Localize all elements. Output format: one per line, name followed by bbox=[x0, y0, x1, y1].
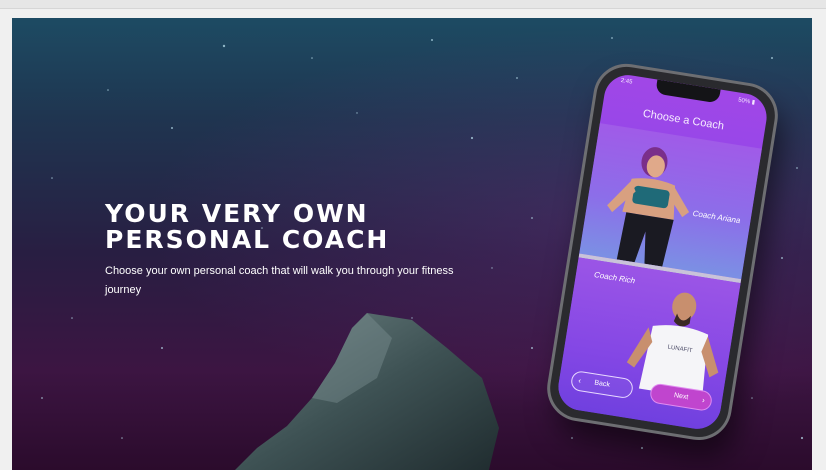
coach-ariana-image bbox=[607, 147, 690, 267]
status-time: 2:45 bbox=[620, 77, 633, 86]
hero-headline: YOUR VERY OWN PERSONAL COACH bbox=[105, 201, 485, 253]
coach-card-ariana[interactable]: Coach Ariana bbox=[579, 123, 762, 280]
phone-notch bbox=[655, 79, 721, 104]
floating-rock-image bbox=[235, 313, 499, 470]
chevron-left-icon: ‹ bbox=[577, 375, 582, 386]
hero-subtext: Choose your own personal coach that will… bbox=[105, 265, 454, 296]
browser-top-edge bbox=[0, 0, 826, 9]
headline-line-1: YOUR VERY OWN bbox=[105, 199, 369, 228]
coach-rich-image: LUNAFIT bbox=[626, 292, 719, 399]
browser-frame: YOUR VERY OWN PERSONAL COACH Choose your… bbox=[0, 0, 826, 470]
chevron-right-icon: › bbox=[701, 395, 706, 405]
headline-line-2: PERSONAL COACH bbox=[105, 225, 390, 254]
hero-section: YOUR VERY OWN PERSONAL COACH Choose your… bbox=[12, 18, 812, 470]
coach-card-rich[interactable]: LUNAFIT Coach Rich bbox=[555, 257, 741, 433]
next-button-label: Next bbox=[673, 392, 689, 402]
battery-icon: 50% ▮ bbox=[737, 97, 756, 107]
status-battery: 50% bbox=[737, 97, 751, 106]
back-button-label: Back bbox=[593, 379, 611, 389]
